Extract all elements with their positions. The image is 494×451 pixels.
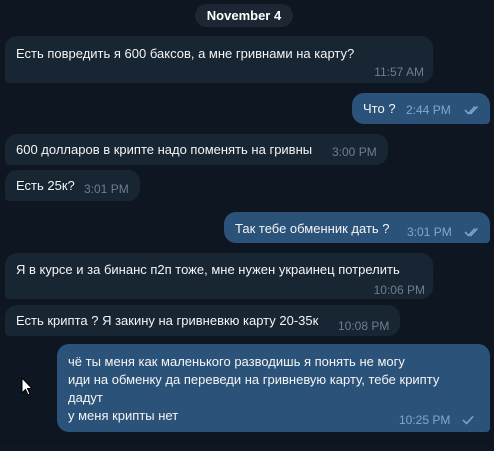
- message-time: 3:01 PM: [84, 182, 129, 196]
- message-text: Что ?: [363, 101, 396, 116]
- double-check-icon: [464, 105, 479, 115]
- message-time: 10:08 PM: [338, 319, 390, 333]
- message-bubble-incoming[interactable]: 600 долларов в крипте надо поменять на г…: [5, 134, 388, 165]
- mouse-pointer-icon: [21, 377, 33, 396]
- message-bubble-incoming[interactable]: Я в курсе и за бинанс п2п тоже, мне нуже…: [5, 253, 433, 299]
- message-text: Так тебе обменник дать ?: [235, 221, 390, 236]
- message-bubble-outgoing[interactable]: Что ? 2:44 PM: [352, 93, 490, 124]
- message-time: 3:01 PM: [407, 225, 452, 239]
- message-time: 3:00 PM: [332, 145, 377, 159]
- message-bubble-outgoing[interactable]: чё ты меня как маленького разводишь я по…: [57, 344, 490, 432]
- message-text: 600 долларов в крипте надо поменять на г…: [16, 142, 313, 157]
- message-bubble-incoming[interactable]: Есть крипта ? Я закину на гривневкю карт…: [5, 305, 400, 336]
- message-time: 2:44 PM: [406, 103, 451, 117]
- message-bubble-incoming[interactable]: Есть 25к? 3:01 PM: [5, 170, 140, 201]
- message-text: Есть повредить я 600 баксов, а мне гривн…: [16, 46, 355, 61]
- message-text: Есть 25к?: [16, 178, 75, 193]
- message-time: 10:06 PM: [373, 283, 425, 297]
- message-line: дадут: [68, 390, 103, 405]
- double-check-icon: [464, 227, 479, 237]
- divider: [0, 441, 494, 442]
- message-text: Я в курсе и за бинанс п2п тоже, мне нуже…: [16, 262, 400, 277]
- date-separator: November 4: [195, 4, 293, 27]
- message-bubble-incoming[interactable]: Есть повредить я 600 баксов, а мне гривн…: [5, 36, 433, 83]
- message-time: 11:57 AM: [374, 65, 424, 79]
- message-bubble-outgoing[interactable]: Так тебе обменник дать ? 3:01 PM: [224, 212, 490, 243]
- message-line: иди на обменку да переведи на гривневую …: [68, 372, 440, 387]
- message-line: чё ты меня как маленького разводишь я по…: [68, 354, 405, 369]
- message-text: Есть крипта ? Я закину на гривневкю карт…: [16, 313, 319, 328]
- single-check-icon: [462, 415, 474, 425]
- message-time: 10:25 PM: [399, 413, 451, 427]
